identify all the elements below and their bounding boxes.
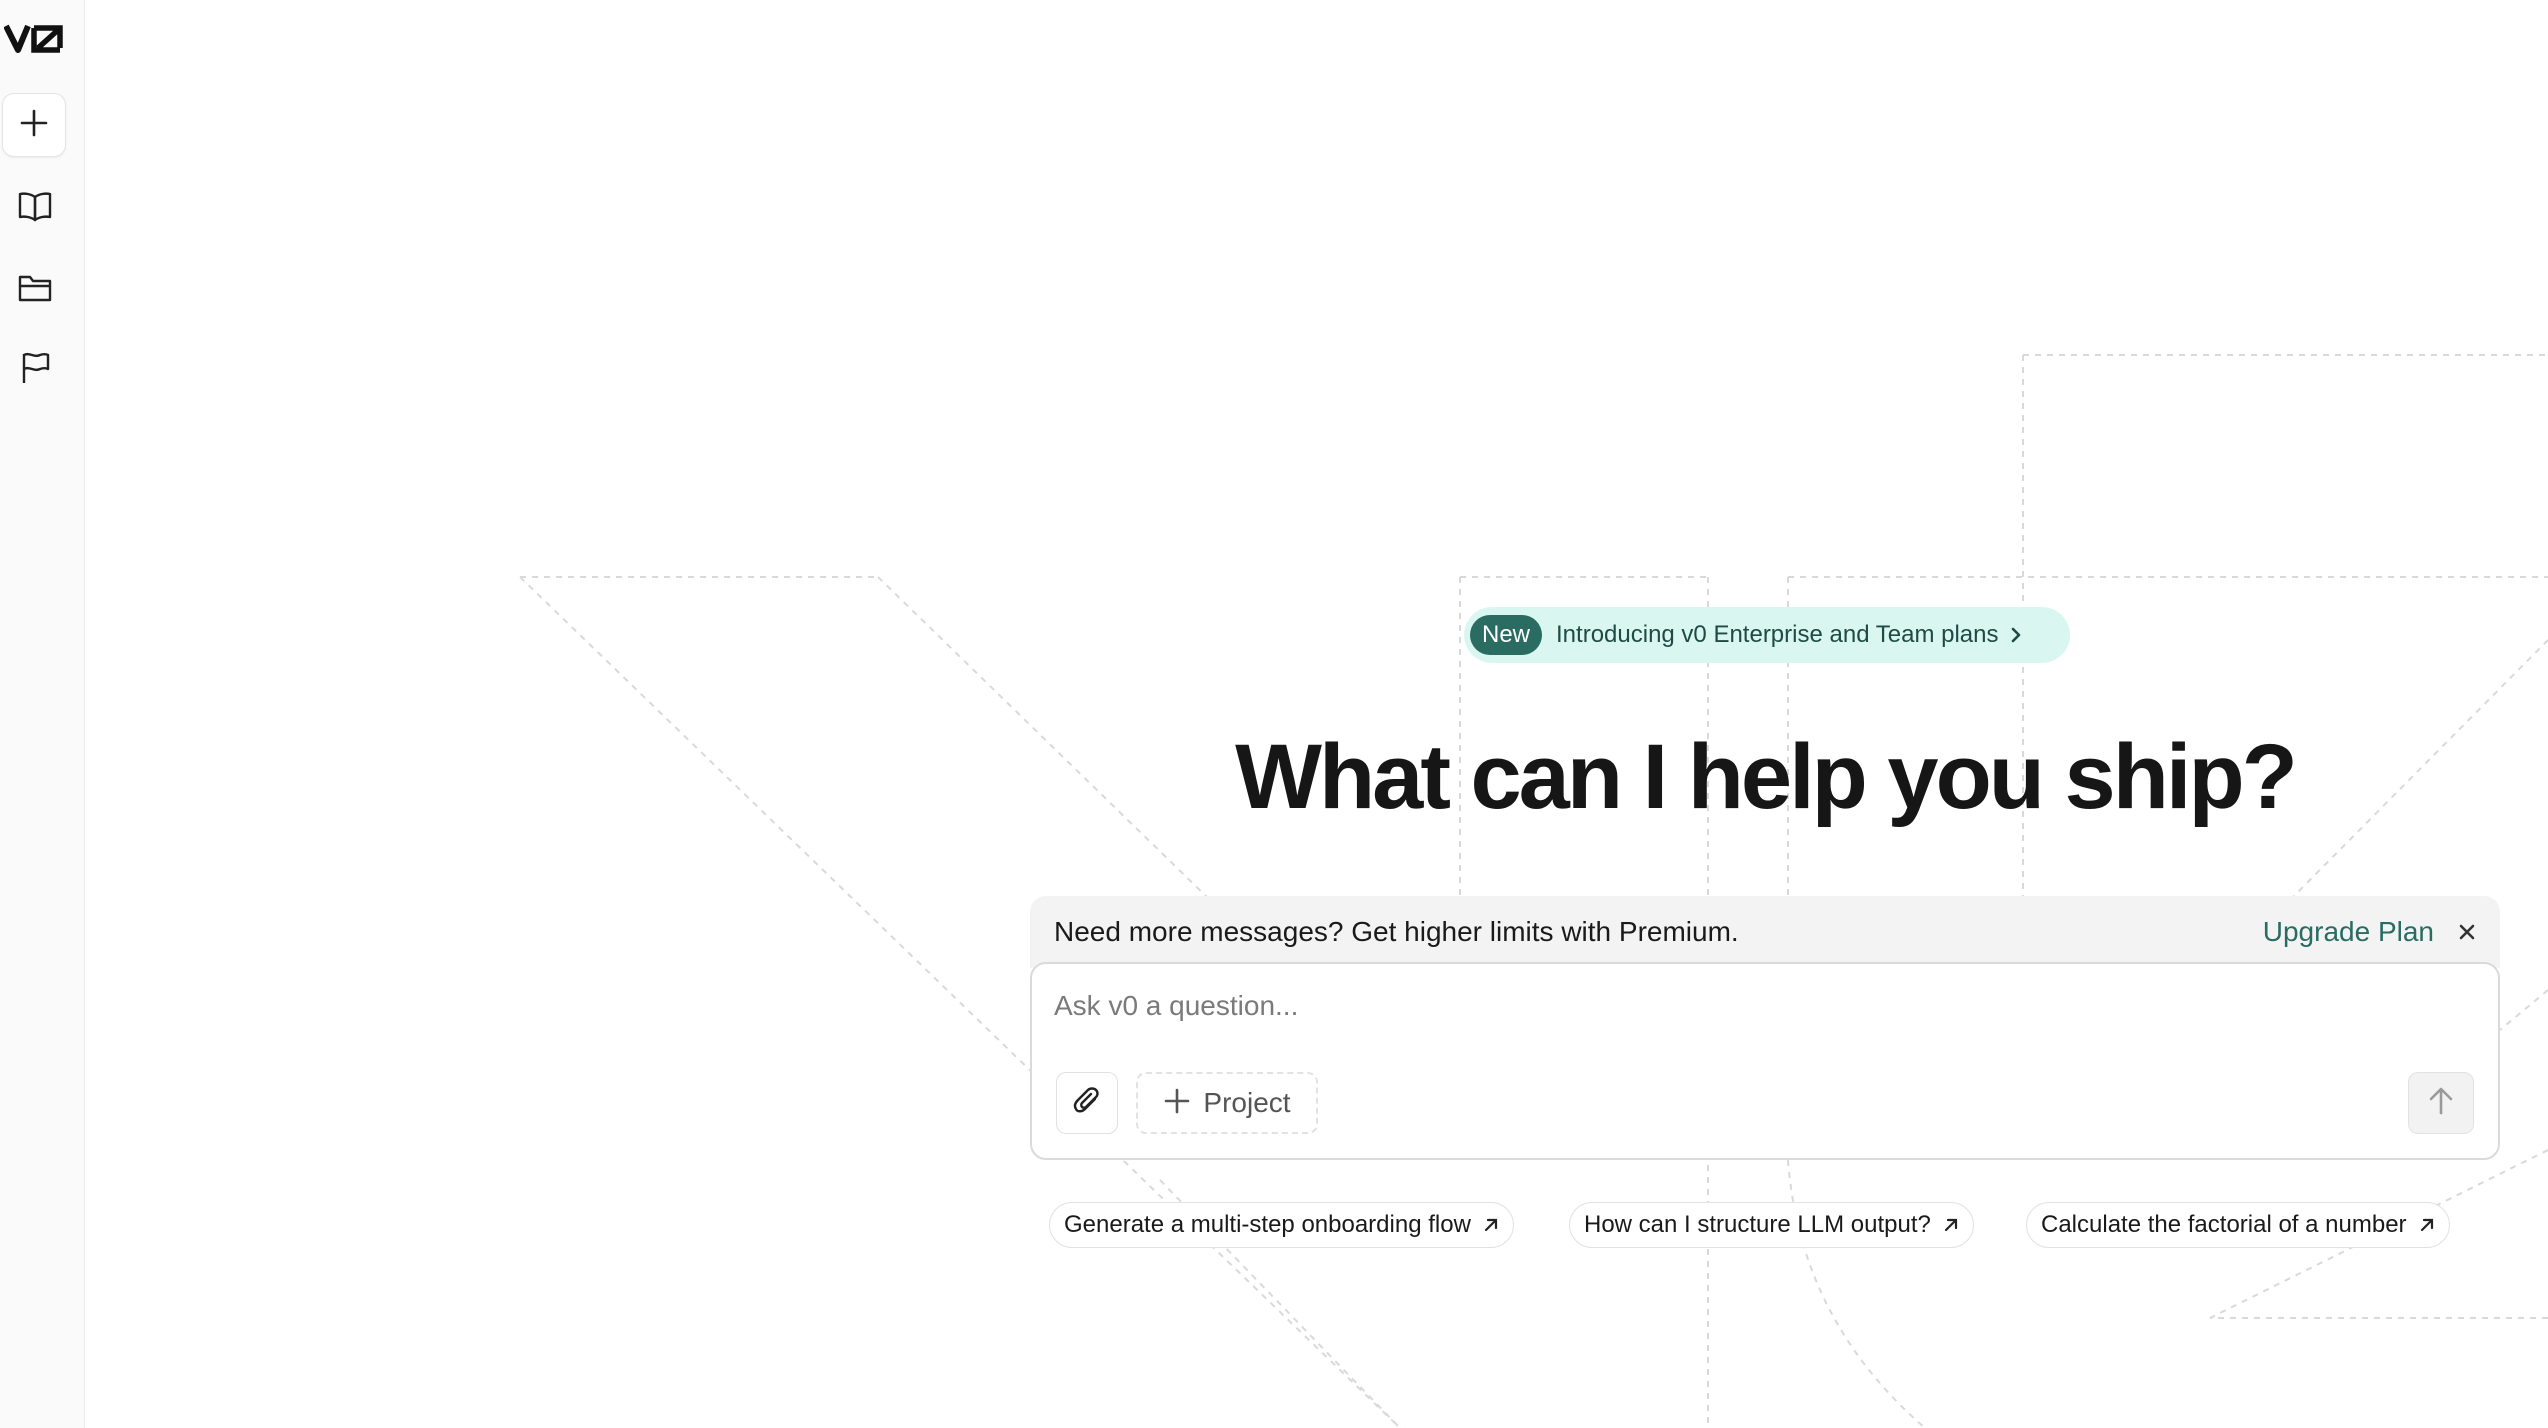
add-project-button[interactable]: Project xyxy=(1136,1072,1318,1134)
suggestion-chip[interactable]: How can I structure LLM output? xyxy=(1569,1202,1974,1248)
paperclip-icon xyxy=(1071,1085,1103,1122)
chevron-right-icon xyxy=(2009,625,2023,645)
new-badge: New xyxy=(1470,615,1543,655)
suggestion-label: Generate a multi-step onboarding flow xyxy=(1064,1211,1471,1238)
arrow-up-right-icon xyxy=(2419,1217,2435,1233)
announcement-banner[interactable]: New Introducing v0 Enterprise and Team p… xyxy=(1464,607,2070,663)
sidebar xyxy=(0,0,85,1428)
upgrade-message: Need more messages? Get higher limits wi… xyxy=(1054,916,1739,947)
prompt-box: Project xyxy=(1030,962,2500,1160)
suggestion-label: Calculate the factorial of a number xyxy=(2041,1211,2407,1238)
sidebar-item-projects[interactable] xyxy=(13,268,57,312)
announcement-text: Introducing v0 Enterprise and Team plans xyxy=(1556,621,1999,648)
upgrade-plan-link[interactable]: Upgrade Plan xyxy=(2263,916,2434,948)
page-title: What can I help you ship? xyxy=(1235,726,2298,828)
sidebar-item-feedback[interactable] xyxy=(13,348,57,392)
v0-logo[interactable] xyxy=(3,20,68,56)
suggestion-label: How can I structure LLM output? xyxy=(1584,1211,1931,1238)
close-icon[interactable] xyxy=(2458,923,2476,941)
arrow-up-icon xyxy=(2427,1086,2455,1121)
attach-button[interactable] xyxy=(1056,1072,1118,1134)
folder-icon xyxy=(17,273,53,308)
prompt-input[interactable] xyxy=(1054,986,2454,1026)
suggestion-chip[interactable]: Calculate the factorial of a number xyxy=(2026,1202,2450,1248)
sidebar-item-library[interactable] xyxy=(13,186,57,230)
upgrade-banner: Need more messages? Get higher limits wi… xyxy=(1030,896,2500,968)
arrow-up-right-icon xyxy=(1943,1217,1959,1233)
plus-icon xyxy=(18,107,50,144)
book-icon xyxy=(17,190,53,227)
send-button[interactable] xyxy=(2408,1072,2474,1134)
new-chat-button[interactable] xyxy=(2,93,66,157)
plus-icon xyxy=(1163,1087,1191,1120)
project-label: Project xyxy=(1203,1087,1291,1118)
flag-icon xyxy=(19,351,51,390)
suggestion-chip[interactable]: Generate a multi-step onboarding flow xyxy=(1049,1202,1514,1248)
arrow-up-right-icon xyxy=(1483,1217,1499,1233)
